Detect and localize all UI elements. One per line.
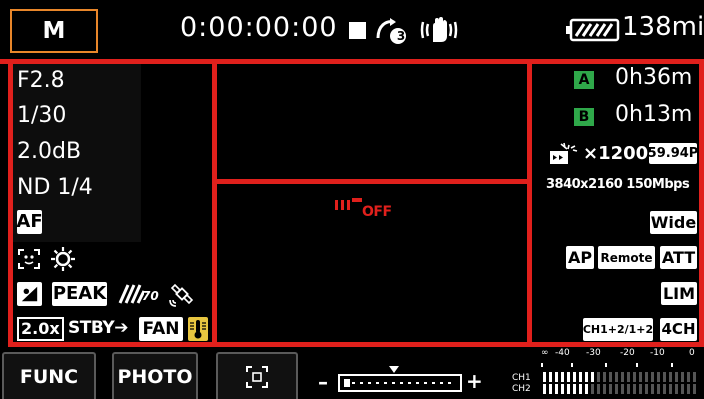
audio-meter: ∞ -40 -30 -20 -10 0 CH1 CH2 — [508, 348, 704, 399]
battery-icon — [566, 18, 620, 42]
scale-minus30: -30 — [586, 348, 601, 358]
image-stabilizer-level: 3 — [396, 29, 406, 43]
aperture-value[interactable]: F2.8 — [17, 68, 65, 93]
standby-label: STBY — [68, 318, 115, 338]
timecode-frames: 00 — [301, 12, 338, 43]
mic-level-icon — [335, 198, 362, 210]
standby-status: STBY➔ — [68, 318, 128, 338]
slot-b-time: 0h13m — [615, 102, 693, 127]
resolution-bitrate: 3840x2160 150Mbps — [546, 177, 690, 192]
frame-rate-badge[interactable]: 59.94P — [648, 143, 698, 164]
hand-shake-icon — [420, 17, 458, 42]
magnification-badge[interactable]: 2.0x — [17, 317, 64, 341]
func-button[interactable]: FUNC — [2, 352, 96, 399]
timecode-main: 0:00:00 — [180, 12, 292, 43]
scale-inf: ∞ — [541, 348, 549, 358]
scale-minus40: -40 — [555, 348, 570, 358]
att-badge[interactable]: ATT — [660, 246, 697, 269]
zebra-indicator: 70 — [116, 283, 159, 305]
status-off-label: OFF — [362, 204, 392, 220]
shutter-value[interactable]: 1/30 — [17, 103, 66, 128]
ch2-label: CH2 — [512, 384, 531, 394]
frame-divider-left — [212, 59, 217, 347]
face-detection-icon — [18, 249, 40, 269]
conversion-lens-badge[interactable]: Wide — [650, 211, 697, 234]
audio-meter-scale: ∞ -40 -30 -20 -10 0 — [508, 348, 704, 360]
peaking-badge[interactable]: PEAK — [52, 282, 107, 306]
ch1-label: CH1 — [512, 373, 531, 383]
temperature-warning-icon — [188, 317, 208, 341]
nd-filter-value[interactable]: ND 1/4 — [17, 175, 93, 200]
center-status: OFF — [334, 198, 398, 220]
scale-zero: 0 — [689, 348, 695, 358]
gain-value[interactable]: 2.0dB — [17, 139, 81, 164]
audio-level-bars — [541, 363, 696, 394]
zebra-icon — [118, 284, 144, 304]
lim-badge[interactable]: LIM — [661, 282, 697, 305]
audio-channels-count-badge[interactable]: 4CH — [660, 318, 697, 341]
frame-divider-right — [527, 59, 532, 347]
frame-center-line — [212, 179, 532, 184]
zoom-plus-label: + — [466, 369, 483, 393]
image-stabilizer-icon — [376, 18, 406, 44]
gps-satellite-icon — [169, 283, 194, 307]
slow-fast-motion-icon — [550, 142, 578, 164]
battery-remaining: 138min — [622, 12, 704, 42]
fan-badge[interactable]: FAN — [139, 317, 183, 341]
frame-bottom-line — [10, 342, 704, 347]
stop-icon — [349, 22, 366, 39]
photo-button[interactable]: PHOTO — [112, 352, 198, 399]
zebra-value: 70 — [142, 289, 159, 303]
face-frame-icon — [246, 365, 268, 388]
frame-right-line — [699, 59, 704, 347]
zoom-scale — [344, 379, 456, 387]
zoom-position-pointer — [389, 366, 399, 373]
arrow-right-icon: ➔ — [114, 318, 128, 338]
zoom-bar[interactable] — [338, 374, 462, 392]
slot-b-badge: B — [574, 108, 594, 126]
zoom-ratio: ×1200 — [583, 143, 649, 164]
audio-channels-config-badge[interactable]: CH1+2/1+2 — [583, 318, 653, 341]
ap-badge[interactable]: AP — [566, 246, 594, 269]
scale-minus10: -10 — [650, 348, 665, 358]
sun-icon — [51, 247, 75, 271]
slot-a-badge: A — [574, 71, 594, 89]
backlight-icon — [17, 282, 42, 306]
zoom-minus-label: – — [318, 370, 328, 394]
scale-minus20: -20 — [620, 348, 635, 358]
timecode: 0:00:00:00 — [180, 12, 338, 43]
face-af-button[interactable] — [216, 352, 298, 399]
slot-a-time: 0h36m — [615, 65, 693, 90]
focus-mode-badge[interactable]: AF — [16, 210, 43, 234]
shooting-mode[interactable]: M — [10, 9, 98, 53]
remote-badge[interactable]: Remote — [598, 246, 655, 269]
